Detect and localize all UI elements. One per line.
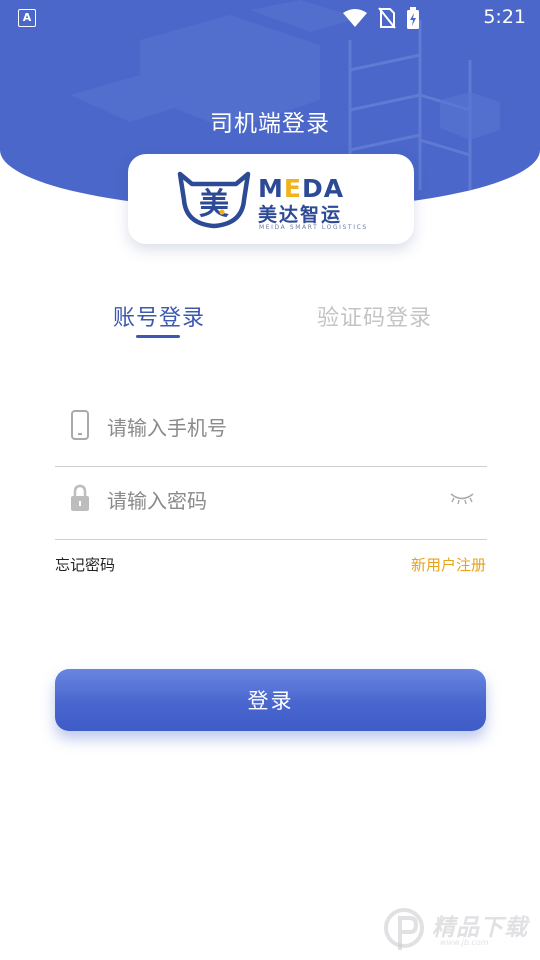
logo-brand-prefix: M	[258, 174, 284, 203]
meida-logo-mark-icon: 美	[177, 171, 251, 229]
login-button[interactable]: 登录	[55, 669, 486, 731]
phone-field-row	[55, 402, 487, 467]
app-notification-icon: A	[18, 9, 36, 27]
no-sim-icon	[378, 7, 396, 29]
active-tab-indicator	[136, 335, 180, 338]
logo-brand-text: MEDA	[258, 174, 344, 203]
logo-brand-suffix: DA	[301, 174, 345, 203]
forgot-password-link[interactable]: 忘记密码	[55, 554, 115, 575]
battery-charging-icon	[407, 7, 419, 29]
wifi-icon	[343, 9, 367, 27]
watermark-text: 精品下载	[432, 915, 528, 941]
logo-name-cn: 美达智运	[258, 204, 343, 226]
register-link[interactable]: 新用户注册	[411, 554, 486, 575]
logo-tagline: MEIDA SMART LOGISTICS	[259, 224, 368, 231]
logo-mark-char: 美	[199, 187, 229, 222]
password-input[interactable]	[105, 483, 439, 519]
phone-icon	[71, 410, 89, 440]
password-field-row	[55, 475, 487, 540]
logo-card: 美 MEDA 美达智运 MEIDA SMART LOGISTICS	[128, 154, 414, 244]
status-icons	[342, 7, 420, 29]
tab-account-login[interactable]: 账号登录	[113, 300, 205, 332]
eye-closed-icon[interactable]	[449, 491, 475, 505]
phone-input[interactable]	[105, 410, 439, 446]
logo-brand-accent: E	[283, 174, 302, 203]
lock-icon	[71, 484, 89, 511]
tab-code-login[interactable]: 验证码登录	[317, 300, 432, 332]
status-bar: A 5:21	[0, 0, 540, 36]
status-time: 5:21	[483, 6, 526, 28]
page-title: 司机端登录	[210, 111, 330, 137]
watermark-url: www.jb.com	[440, 938, 489, 947]
